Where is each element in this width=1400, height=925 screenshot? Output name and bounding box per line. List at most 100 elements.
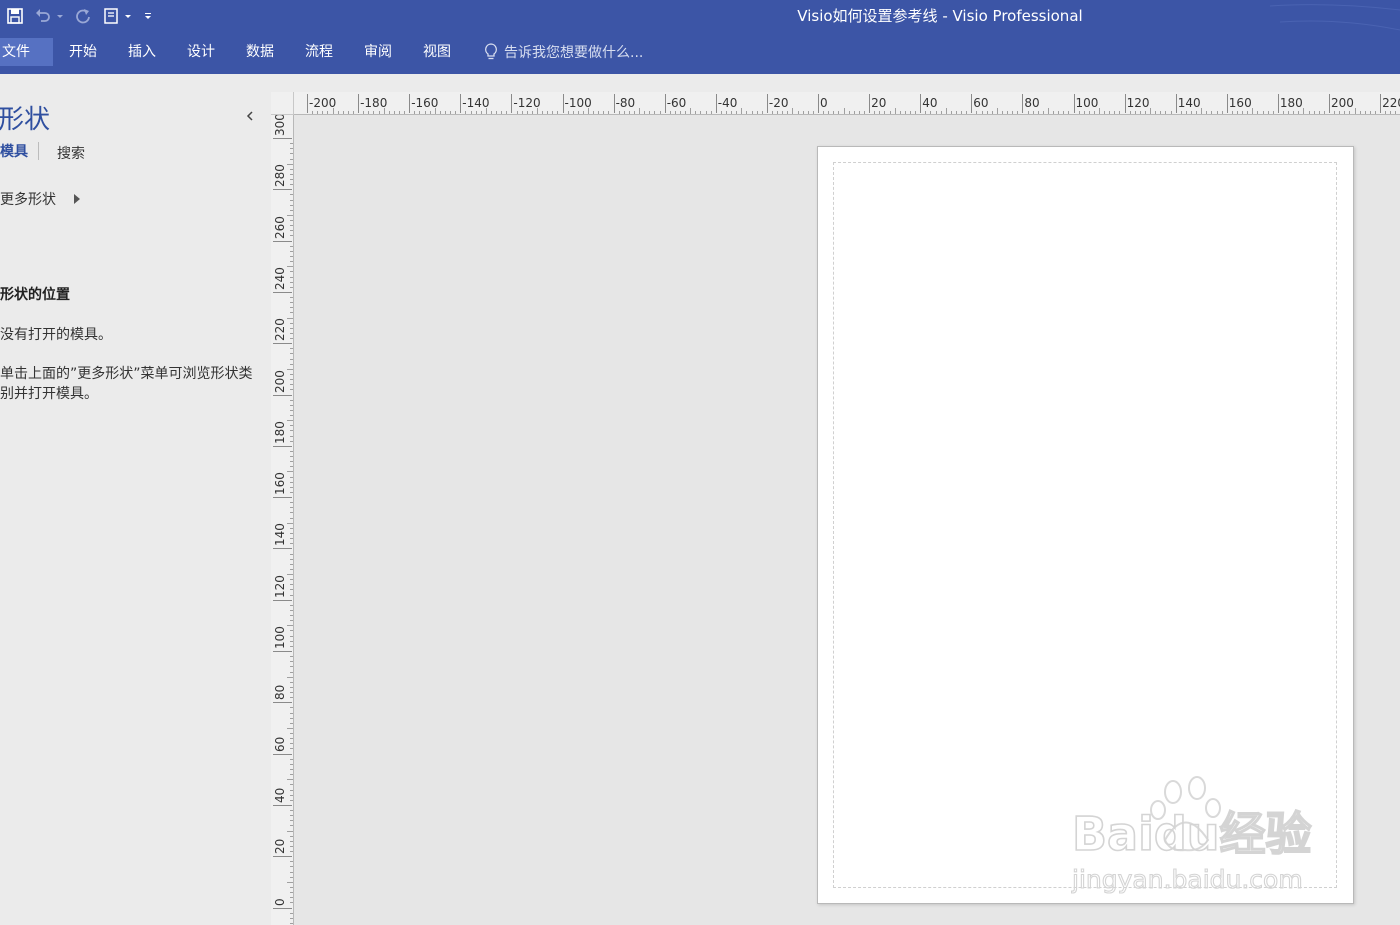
ruler-minor-tick [290, 332, 293, 334]
undo-dropdown[interactable] [56, 5, 64, 27]
ruler-minor-tick [290, 148, 293, 150]
save-button[interactable] [4, 5, 26, 27]
ruler-minor-tick [843, 108, 845, 114]
ruler-minor-tick [290, 912, 293, 914]
ruler-label: 0 [273, 897, 287, 906]
ruler-minor-tick [290, 604, 293, 606]
ruler-minor-tick [981, 111, 983, 114]
ruler-minor-tick [1068, 111, 1070, 114]
ruler-minor-tick [649, 111, 651, 114]
ruler-minor-tick [290, 348, 293, 350]
ruler-minor-tick [290, 255, 293, 257]
ruler-minor-tick [1058, 111, 1060, 114]
ruler-minor-tick [1303, 108, 1305, 114]
ruler-minor-tick [470, 111, 472, 114]
ruler-minor-tick [290, 435, 293, 437]
ruler-minor-tick [1252, 108, 1254, 114]
ruler-minor-tick [290, 153, 293, 155]
ruler-minor-tick [290, 922, 293, 924]
tab-insert[interactable]: 插入 [128, 38, 156, 66]
ruler-minor-tick [1288, 111, 1290, 114]
ruler-minor-tick [290, 825, 293, 827]
tab-file[interactable]: 文件 [0, 38, 53, 66]
save-icon [7, 8, 23, 24]
ruler-minor-tick [1160, 111, 1162, 114]
ruler-label: 20 [871, 96, 887, 110]
ruler-minor-tick [680, 111, 682, 114]
baidu-jingyan-watermark: Baidu经验 jingyan.baidu.com [1070, 776, 1312, 895]
tab-design[interactable]: 设计 [187, 38, 215, 66]
ruler-minor-tick [287, 830, 293, 832]
ruler-minor-tick [945, 108, 947, 114]
touch-mode-button[interactable] [100, 5, 122, 27]
ruler-label: 60 [273, 736, 287, 752]
tab-data[interactable]: 数据 [246, 38, 274, 66]
ruler-minor-tick [797, 111, 799, 114]
customize-qat-button[interactable] [144, 5, 152, 27]
ruler-minor-tick [547, 111, 549, 114]
ruler-minor-tick [290, 302, 293, 304]
ruler-minor-tick [1308, 111, 1310, 114]
ruler-minor-tick [1150, 108, 1152, 114]
ruler-minor-tick [961, 111, 963, 114]
tab-process[interactable]: 流程 [305, 38, 333, 66]
collapse-pane-button[interactable] [243, 108, 257, 124]
touch-mode-dropdown[interactable] [124, 5, 132, 27]
undo-button[interactable] [32, 5, 54, 27]
redo-button[interactable] [72, 5, 94, 27]
ruler-minor-tick [751, 111, 753, 114]
no-stencils-text: 没有打开的模具。 [0, 327, 112, 343]
ruler-minor-tick [1298, 111, 1300, 114]
ruler-minor-tick [909, 111, 911, 114]
ruler-minor-tick [290, 450, 293, 452]
ruler-minor-tick [1114, 111, 1116, 114]
tab-review[interactable]: 审阅 [364, 38, 392, 66]
ruler-minor-tick [290, 456, 293, 458]
ruler-minor-tick [1216, 111, 1218, 114]
tab-view[interactable]: 视图 [423, 38, 451, 66]
ruler-minor-tick [290, 758, 293, 760]
ruler-minor-tick [290, 363, 293, 365]
vertical-ruler[interactable]: 300 280 260 240 220 200 180 160 140 120 100 80 60 40 2… [271, 115, 294, 925]
ruler-major-tick [1277, 94, 1279, 113]
ruler-minor-tick [1037, 111, 1039, 114]
ruler-minor-tick [290, 297, 293, 299]
shapes-pane-title: 形状 [0, 105, 51, 135]
tab-stencils[interactable]: 模具 [0, 141, 28, 161]
more-shapes-menu[interactable]: 更多形状 [0, 189, 81, 209]
ruler-minor-tick [1119, 111, 1121, 114]
ruler-minor-tick [501, 111, 503, 114]
ruler-minor-tick [444, 111, 446, 114]
tab-search[interactable]: 搜索 [57, 143, 85, 163]
ruler-minor-tick [567, 111, 569, 114]
horizontal-ruler[interactable]: -200 -180 -160 -140 -120 -100 -80 -60 -40 -20 0 20 4… [294, 92, 1400, 115]
ruler-minor-tick [404, 111, 406, 114]
ruler-minor-tick [290, 886, 293, 888]
ruler-minor-tick [290, 589, 293, 591]
ruler-minor-tick [290, 553, 293, 555]
ruler-minor-tick [674, 111, 676, 114]
ruler-minor-tick [290, 327, 293, 329]
ruler-label: 160 [273, 472, 287, 496]
ruler-minor-tick [1012, 111, 1014, 114]
ruler-minor-tick [639, 108, 641, 114]
ruler-minor-tick [1185, 111, 1187, 114]
ruler-minor-tick [290, 184, 293, 186]
ruler-minor-tick [582, 111, 584, 114]
ruler-minor-tick [894, 108, 896, 114]
ruler-minor-tick [1267, 111, 1269, 114]
ruler-minor-tick [577, 111, 579, 114]
ruler-minor-tick [290, 897, 293, 899]
shape-location-heading: 形状的位置 [0, 287, 70, 303]
tab-home[interactable]: 开始 [69, 38, 97, 66]
tell-me-search[interactable]: 告诉我您想要做什么... [483, 39, 643, 65]
ruler-minor-tick [593, 111, 595, 114]
ruler-minor-tick [290, 799, 293, 801]
ruler-label: -20 [768, 96, 789, 110]
ruler-label: -80 [615, 96, 636, 110]
ruler-corner[interactable] [271, 92, 294, 115]
caret-right-icon [74, 194, 80, 204]
ruler-minor-tick [1231, 111, 1233, 114]
ruler-minor-tick [659, 111, 661, 114]
ruler-minor-tick [899, 111, 901, 114]
